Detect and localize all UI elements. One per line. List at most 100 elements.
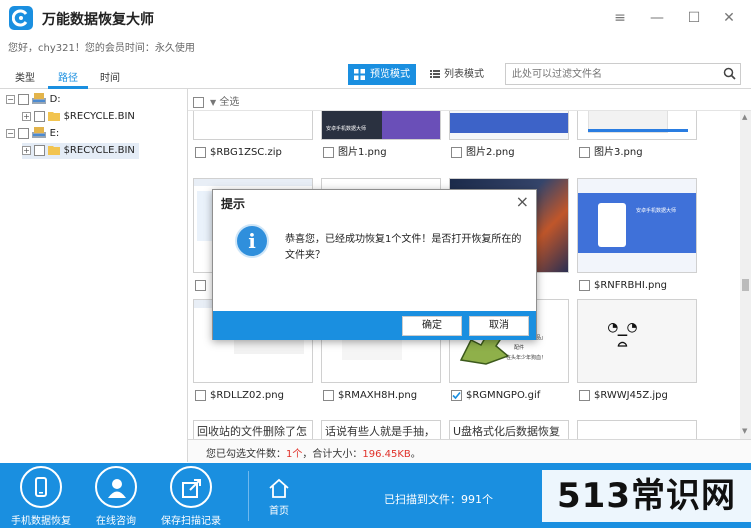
- scanned-count: 已扫描到文件：991个: [384, 493, 493, 506]
- tree-node-drive-e[interactable]: − E:: [6, 126, 59, 142]
- list-mode-button[interactable]: 列表模式: [428, 64, 484, 85]
- file-card[interactable]: 回收站的文件删除了怎: [193, 420, 313, 439]
- tab-time[interactable]: 时间: [100, 69, 120, 84]
- folder-icon: [48, 112, 61, 121]
- tree-checkbox[interactable]: [18, 93, 30, 105]
- app-title: 万能数据恢复大师: [42, 12, 154, 28]
- tree-node-recycle-e[interactable]: + $RECYCLE.BIN: [22, 143, 139, 159]
- online-consult-label: 在线咨询: [96, 516, 136, 527]
- status-prefix: 您已勾选文件数：: [206, 449, 286, 460]
- collapse-icon[interactable]: −: [6, 128, 15, 138]
- file-checkbox[interactable]: [579, 146, 590, 158]
- file-checkbox[interactable]: [579, 279, 590, 291]
- thumb-text: 配件: [514, 345, 525, 351]
- tree-checkbox[interactable]: [18, 127, 30, 139]
- ok-button[interactable]: 确定: [402, 316, 462, 336]
- export-icon: [182, 479, 201, 498]
- tab-path[interactable]: 路径: [58, 69, 78, 84]
- save-record-button[interactable]: 保存扫描记录: [156, 466, 226, 527]
- menu-icon[interactable]: ≡: [612, 10, 628, 26]
- minimize-icon[interactable]: —: [649, 10, 665, 26]
- meme-face-icon: ◔_◔ ⌓: [608, 317, 637, 354]
- file-name: $RWWJ45Z.jpg: [594, 390, 668, 401]
- file-card[interactable]: 图片2.png: [449, 111, 569, 160]
- file-checkbox[interactable]: [195, 389, 206, 401]
- app-logo-icon: [9, 6, 33, 30]
- file-checkbox[interactable]: [579, 389, 590, 401]
- dropdown-arrow-icon[interactable]: ▼: [210, 98, 216, 107]
- file-name: 图片1.png: [338, 147, 387, 158]
- file-checkbox[interactable]: [451, 146, 462, 158]
- expand-icon[interactable]: +: [22, 145, 31, 155]
- file-checkbox[interactable]: [323, 146, 334, 158]
- file-card[interactable]: 安卓手机数据大师 $RNFRBHI.png: [577, 178, 697, 293]
- select-all-label: 全选: [219, 97, 240, 108]
- tree-label: E:: [49, 128, 60, 139]
- file-name: $RGMNGPO.gif: [466, 390, 541, 401]
- dialog-close-icon[interactable]: ×: [516, 192, 529, 211]
- tree-label: D:: [49, 94, 61, 105]
- file-name: $RBG1ZSC.zip: [210, 147, 282, 158]
- tab-type[interactable]: 类型: [15, 69, 35, 84]
- file-name: $RDLLZ02.png: [210, 390, 284, 401]
- tree-checkbox[interactable]: [34, 144, 46, 156]
- search-input[interactable]: [506, 64, 711, 84]
- user-icon: [108, 479, 126, 498]
- file-checkbox[interactable]: [323, 389, 334, 401]
- file-card[interactable]: ◔_◔ ⌓ $RWWJ45Z.jpg: [577, 299, 697, 403]
- grid-icon: [354, 69, 365, 80]
- selection-status: 您已勾选文件数：1个，合计大小：196.45KB。: [206, 445, 421, 460]
- file-card[interactable]: 安卓手机数据大师 图片1.png: [321, 111, 441, 160]
- preview-mode-label: 预览模式: [370, 69, 410, 80]
- watermark-logo: 513常识网: [542, 470, 751, 522]
- tree-node-recycle-d[interactable]: + $RECYCLE.BIN: [22, 109, 135, 125]
- file-thumbnail: [577, 111, 697, 140]
- text-preview: 回收站的文件删除了怎: [197, 425, 307, 438]
- tree-checkbox[interactable]: [34, 110, 46, 122]
- preview-mode-button[interactable]: 预览模式: [348, 64, 416, 85]
- close-icon[interactable]: ✕: [721, 10, 737, 26]
- file-card[interactable]: 话说有些人就是手抽，: [321, 420, 441, 439]
- home-button[interactable]: 首页: [262, 477, 296, 517]
- scroll-thumb[interactable]: [742, 279, 749, 291]
- maximize-icon[interactable]: ☐: [686, 10, 702, 26]
- phone-icon: [35, 477, 47, 497]
- file-card[interactable]: U盘格式化后数据恢复用: [449, 420, 569, 439]
- select-all[interactable]: ▼ 全选: [193, 93, 239, 108]
- file-card[interactable]: [577, 420, 697, 439]
- phone-recovery-label: 手机数据恢复: [11, 516, 71, 527]
- online-consult-button[interactable]: 在线咨询: [81, 466, 151, 527]
- file-card[interactable]: $RBG1ZSC.zip: [193, 111, 313, 160]
- view-tabs: 类型 路径 时间: [0, 62, 188, 89]
- tree-label: $RECYCLE.BIN: [63, 145, 135, 156]
- scroll-down-icon[interactable]: ▼: [742, 427, 747, 435]
- scroll-up-icon[interactable]: ▲: [742, 113, 747, 121]
- file-checkbox[interactable]: [451, 389, 462, 401]
- file-checkbox[interactable]: [195, 146, 206, 158]
- collapse-icon[interactable]: −: [6, 94, 15, 104]
- home-label: 首页: [269, 506, 289, 517]
- select-all-checkbox[interactable]: [193, 96, 204, 108]
- file-checkbox[interactable]: [195, 279, 206, 291]
- expand-icon[interactable]: +: [22, 111, 31, 121]
- dialog-title: 提示: [221, 197, 246, 211]
- tree-node-drive-d[interactable]: − D:: [6, 92, 61, 108]
- toolbar: 预览模式 列表模式: [188, 62, 751, 89]
- welcome-text: 您好，chy321！您的会员时间：永久使用: [8, 43, 195, 54]
- save-record-label: 保存扫描记录: [161, 516, 221, 527]
- phone-recovery-button[interactable]: 手机数据恢复: [6, 466, 76, 527]
- drive-icon: [32, 93, 47, 104]
- search-icon[interactable]: [723, 67, 736, 80]
- file-card[interactable]: 图片3.png: [577, 111, 697, 160]
- status-mid: ，合计大小：: [302, 449, 363, 460]
- cancel-button[interactable]: 取消: [469, 316, 529, 336]
- content-header: ▼ 全选: [188, 89, 751, 111]
- file-thumbnail: [193, 111, 313, 140]
- folder-tree: − D: + $RECYCLE.BIN − E: + $RECYCLE.BIN: [0, 89, 188, 462]
- list-icon: [430, 70, 440, 78]
- folder-icon: [48, 146, 61, 155]
- file-name: $RMAXH8H.png: [338, 390, 418, 401]
- vertical-scrollbar[interactable]: ▲ ▼: [740, 111, 751, 439]
- title-bar: 万能数据恢复大师 ≡ — ☐ ✕: [0, 0, 751, 36]
- status-suffix: 。: [410, 449, 421, 460]
